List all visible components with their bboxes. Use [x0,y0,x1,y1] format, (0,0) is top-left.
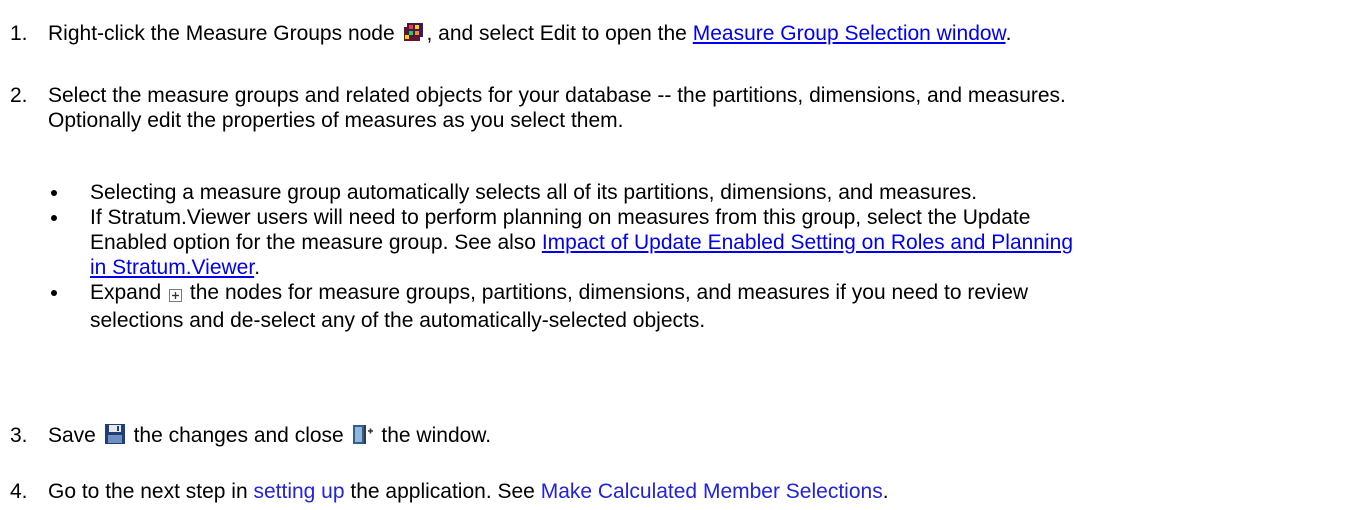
list-item: Selecting a measure group automatically … [48,180,1338,205]
measure-group-selection-window-link[interactable]: Measure Group Selection window [693,22,1006,45]
list-item: If Stratum.Viewer users will need to per… [48,205,1338,280]
measure-groups-icon [403,21,425,49]
list-item: Expand the nodes for measure groups, par… [48,280,1338,333]
setting-up-link[interactable]: setting up [253,480,344,503]
make-calculated-member-selections-link[interactable]: Make Calculated Member Selections [541,480,883,503]
save-floppy-icon [104,423,126,451]
step-number: 3. [10,424,28,447]
step-1-text: Right-click the Measure Groups node , an… [48,21,1348,49]
bullet-dot [51,290,57,296]
impact-of-update-enabled-link[interactable]: Impact of Update Enabled Setting on Role… [542,231,1073,254]
bullet-dot [51,190,57,196]
expand-plus-icon [169,283,183,308]
step-3-text: Save the changes and close the window. [48,423,1348,451]
exit-door-icon [352,423,374,451]
step-number: 4. [10,480,28,503]
bullet-dot [51,215,57,221]
step-number: 2. [10,84,28,107]
help-document: 1. Right-click the Measure Groups node ,… [0,0,1355,510]
impact-of-update-enabled-link-cont[interactable]: in Stratum.Viewer [90,256,254,279]
step-number: 1. [10,22,28,45]
step-2-text: Select the measure groups and related ob… [48,84,1066,132]
step-2-bullets: Selecting a measure group automatically … [48,180,1338,333]
step-4-text: Go to the next step in setting up the ap… [48,480,889,503]
